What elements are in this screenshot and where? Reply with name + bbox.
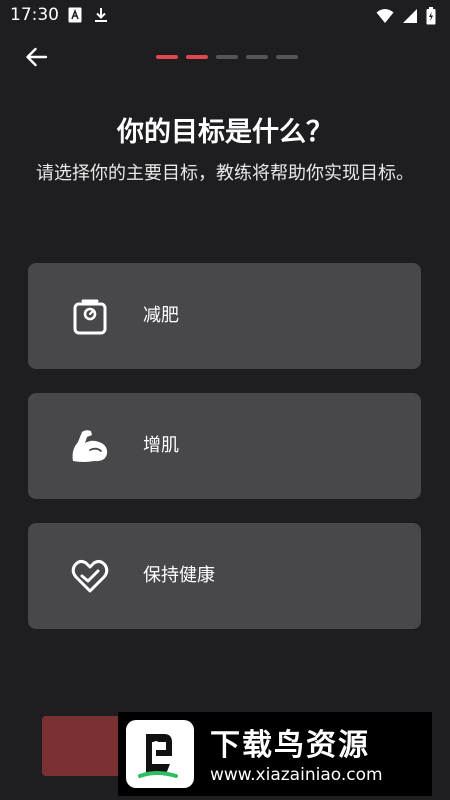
wifi-icon [376, 9, 394, 23]
watermark-logo [126, 720, 194, 788]
watermark-title: 下载鸟资源 [210, 728, 370, 763]
status-right-icons [376, 7, 436, 25]
scale-icon [73, 299, 107, 335]
option-stay-healthy[interactable]: 保持健康 [28, 523, 421, 629]
bird-logo-icon [138, 734, 178, 778]
arrow-left-icon [26, 47, 48, 67]
status-time: 17:30 [10, 5, 59, 25]
heart-check-icon [71, 559, 109, 593]
option-lose-weight[interactable]: 减肥 [28, 263, 421, 369]
option-label: 减肥 [143, 305, 179, 326]
progress-segment [186, 55, 208, 59]
page-title: 你的目标是什么？ [117, 117, 333, 148]
muscle-icon [72, 430, 108, 462]
translate-icon [68, 7, 82, 23]
option-label: 增肌 [143, 435, 179, 456]
progress-segment [156, 55, 178, 59]
option-label: 保持健康 [143, 565, 215, 586]
status-left-icons [68, 7, 108, 23]
back-button[interactable] [22, 42, 52, 72]
battery-icon [426, 7, 436, 25]
progress-segment [246, 55, 268, 59]
download-icon [95, 8, 107, 22]
page-subtitle: 请选择你的主要目标，教练将帮助你实现目标。 [36, 163, 414, 184]
signal-icon [403, 9, 417, 23]
option-build-muscle[interactable]: 增肌 [28, 393, 421, 499]
progress-segment [276, 55, 298, 59]
status-bar: 17:30 [0, 0, 450, 32]
watermark: 下载鸟资源 www.xiazainiao.com [118, 712, 432, 796]
progress-indicator [156, 55, 298, 59]
progress-segment [216, 55, 238, 59]
watermark-url: www.xiazainiao.com [210, 765, 383, 785]
